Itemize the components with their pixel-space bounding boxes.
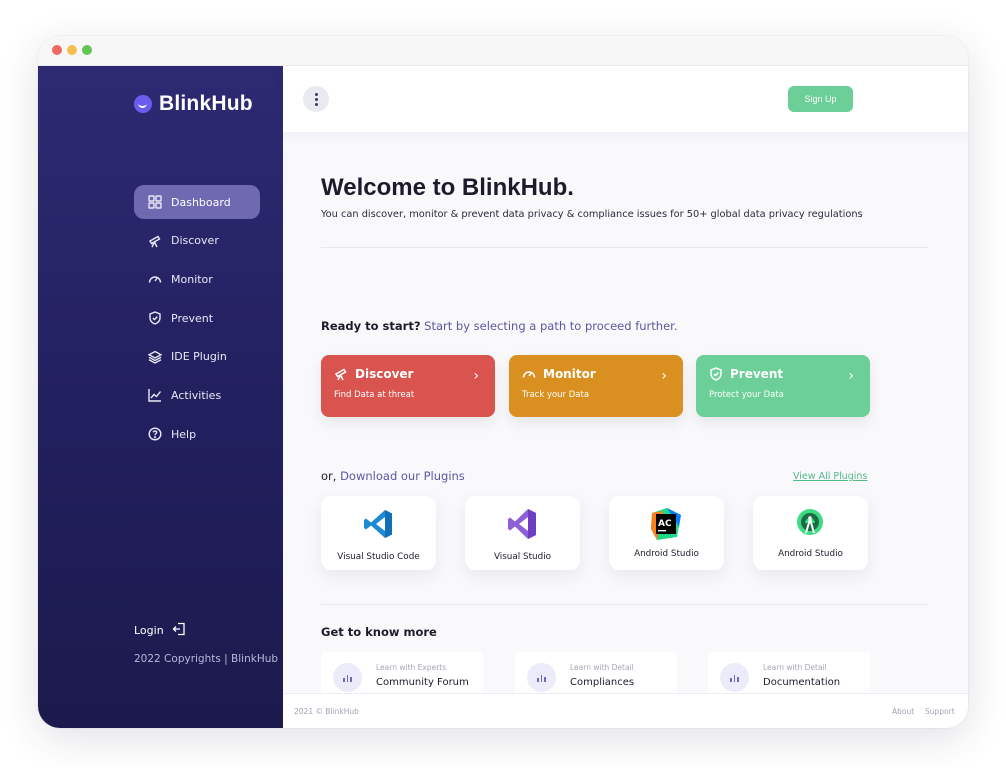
plugins-heading: or, Download our Plugins	[321, 469, 465, 483]
plugin-card-vscode[interactable]: Visual Studio Code	[321, 496, 436, 570]
telescope-icon	[148, 234, 162, 248]
vscode-icon	[364, 510, 392, 538]
footer: 2021 © BlinkHub About Support	[283, 693, 968, 728]
topbar: Sign Up	[283, 66, 968, 132]
window-titlebar	[38, 36, 968, 66]
blinkhub-logo-icon	[134, 95, 152, 113]
know-more-heading: Get to know more	[321, 625, 437, 639]
plugin-card-android-studio-ac[interactable]: AC Android Studio	[609, 496, 724, 570]
sidebar-item-ide-plugin[interactable]: IDE Plugin	[134, 340, 260, 374]
plugin-name: Visual Studio Code	[337, 552, 420, 562]
sidebar-item-label: Prevent	[171, 311, 214, 325]
minimize-window-button[interactable]	[67, 45, 77, 55]
gauge-icon	[148, 272, 162, 286]
learn-card-caption: Learn with Detail	[763, 663, 827, 672]
divider	[321, 604, 928, 605]
ready-prompt: Ready to start? Start by selecting a pat…	[321, 319, 677, 333]
page-subtitle: You can discover, monitor & prevent data…	[321, 209, 863, 220]
path-card-title: Prevent	[730, 367, 784, 381]
copyright-text: 2022 Copyrights | BlinkHub	[134, 653, 279, 665]
svg-text:AC: AC	[658, 519, 672, 529]
path-card-subtitle: Find Data at threat	[334, 390, 415, 400]
sidebar-item-label: Monitor	[171, 272, 213, 286]
brand[interactable]: BlinkHub	[134, 92, 253, 116]
sidebar-item-label: Dashboard	[171, 195, 231, 209]
path-card-monitor[interactable]: Monitor › Track your Data	[509, 355, 683, 417]
learn-card-caption: Learn with Experts	[376, 663, 447, 672]
sign-up-button[interactable]: Sign Up	[788, 86, 853, 112]
sidebar-item-activities[interactable]: Activities	[134, 378, 260, 412]
shield-check-icon	[148, 311, 162, 325]
path-card-discover[interactable]: Discover › Find Data at threat	[321, 355, 495, 417]
sidebar-item-discover[interactable]: Discover	[134, 224, 260, 258]
sidebar-item-label: IDE Plugin	[171, 350, 227, 364]
plugin-card-visual-studio[interactable]: Visual Studio	[465, 496, 580, 570]
divider	[321, 247, 928, 248]
path-card-title: Discover	[355, 367, 414, 381]
ready-prompt-bold: Ready to start?	[321, 319, 421, 333]
maximize-window-button[interactable]	[82, 45, 92, 55]
chevron-right-icon: ›	[848, 368, 854, 384]
login-icon	[172, 622, 186, 639]
app-window: BlinkHub Dashboard Discover Monitor Prev…	[38, 36, 968, 728]
main-content: Sign Up Welcome to BlinkHub. You can dis…	[283, 66, 968, 728]
view-all-plugins-link[interactable]: View All Plugins	[793, 471, 867, 482]
learn-card-title: Community Forum	[376, 677, 469, 688]
chevron-right-icon: ›	[473, 368, 479, 384]
android-studio-icon	[797, 509, 823, 535]
appcode-icon: AC	[651, 508, 681, 540]
ready-prompt-text: Start by selecting a path to proceed fur…	[424, 319, 678, 333]
sidebar-item-label: Help	[171, 427, 197, 441]
footer-copyright: 2021 © BlinkHub	[294, 707, 359, 716]
bar-chart-icon	[720, 663, 749, 692]
visual-studio-icon	[508, 509, 536, 539]
bar-chart-icon	[333, 663, 362, 692]
path-card-prevent[interactable]: Prevent › Protect your Data	[696, 355, 870, 417]
learn-card-caption: Learn with Detail	[570, 663, 634, 672]
sidebar-item-prevent[interactable]: Prevent	[134, 301, 260, 335]
plugin-name: Android Studio	[778, 549, 843, 559]
sidebar-nav: Dashboard Discover Monitor Prevent IDE P…	[134, 185, 260, 456]
grid-icon	[148, 195, 162, 209]
plugins-label: Download our Plugins	[340, 469, 465, 483]
sidebar-item-dashboard[interactable]: Dashboard	[134, 185, 260, 219]
sidebar-item-monitor[interactable]: Monitor	[134, 262, 260, 296]
more-options-icon[interactable]	[303, 86, 329, 112]
plugins-prefix: or,	[321, 469, 337, 483]
page-title: Welcome to BlinkHub.	[321, 174, 574, 201]
login-button[interactable]: Login	[134, 622, 186, 639]
learn-card-title: Compliances	[570, 677, 635, 688]
footer-about-link[interactable]: About	[892, 707, 914, 716]
sidebar-item-label: Activities	[171, 388, 222, 402]
path-card-title: Monitor	[543, 367, 596, 381]
sidebar-item-help[interactable]: Help	[134, 417, 260, 451]
close-window-button[interactable]	[52, 45, 62, 55]
sidebar-item-label: Discover	[171, 234, 219, 248]
plugin-card-android-studio[interactable]: Android Studio	[753, 496, 868, 570]
path-card-subtitle: Protect your Data	[709, 390, 784, 400]
layers-icon	[148, 350, 162, 364]
sidebar: BlinkHub Dashboard Discover Monitor Prev…	[38, 66, 283, 728]
brand-name: BlinkHub	[159, 92, 253, 115]
shield-check-icon	[710, 367, 722, 381]
footer-support-link[interactable]: Support	[925, 707, 955, 716]
help-circle-icon	[148, 427, 162, 441]
chart-line-icon	[148, 388, 162, 403]
path-card-subtitle: Track your Data	[522, 390, 590, 400]
chevron-right-icon: ›	[661, 368, 667, 384]
bar-chart-icon	[527, 663, 556, 692]
learn-card-title: Documentation	[763, 677, 841, 688]
gauge-icon	[522, 371, 536, 378]
plugin-name: Android Studio	[634, 549, 699, 559]
login-label: Login	[134, 624, 164, 637]
plugin-name: Visual Studio	[493, 552, 552, 562]
telescope-icon	[334, 368, 347, 381]
